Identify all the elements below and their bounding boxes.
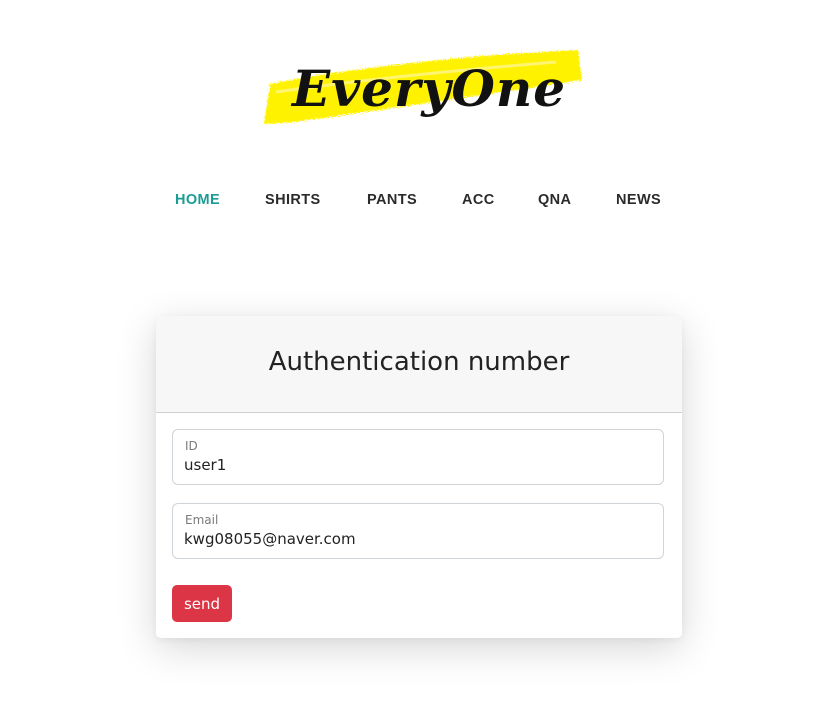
nav-item-acc[interactable]: ACC	[462, 192, 495, 208]
brand-logo[interactable]: EveryOne	[256, 40, 588, 132]
page: EveryOne HOME SHIRTS PANTS ACC QNA NEWS …	[0, 0, 823, 722]
auth-card: Authentication number ID Email send	[156, 316, 682, 638]
email-input[interactable]	[184, 530, 644, 548]
id-input[interactable]	[184, 456, 644, 474]
nav-item-pants[interactable]: PANTS	[367, 192, 417, 208]
email-field[interactable]: Email	[172, 503, 664, 559]
send-button[interactable]: send	[172, 585, 232, 622]
logo-text: EveryOne	[290, 59, 566, 118]
id-field[interactable]: ID	[172, 429, 664, 485]
id-field-label: ID	[185, 439, 198, 453]
email-field-label: Email	[185, 513, 219, 527]
nav-item-shirts[interactable]: SHIRTS	[265, 192, 321, 208]
auth-card-header: Authentication number	[156, 316, 682, 413]
auth-card-title: Authentication number	[268, 347, 570, 377]
nav-item-news[interactable]: NEWS	[616, 192, 661, 208]
main-nav: HOME SHIRTS PANTS ACC QNA NEWS	[0, 190, 823, 214]
nav-item-home[interactable]: HOME	[175, 192, 220, 208]
nav-item-qna[interactable]: QNA	[538, 192, 571, 208]
logo-graphic: EveryOne	[264, 50, 582, 124]
